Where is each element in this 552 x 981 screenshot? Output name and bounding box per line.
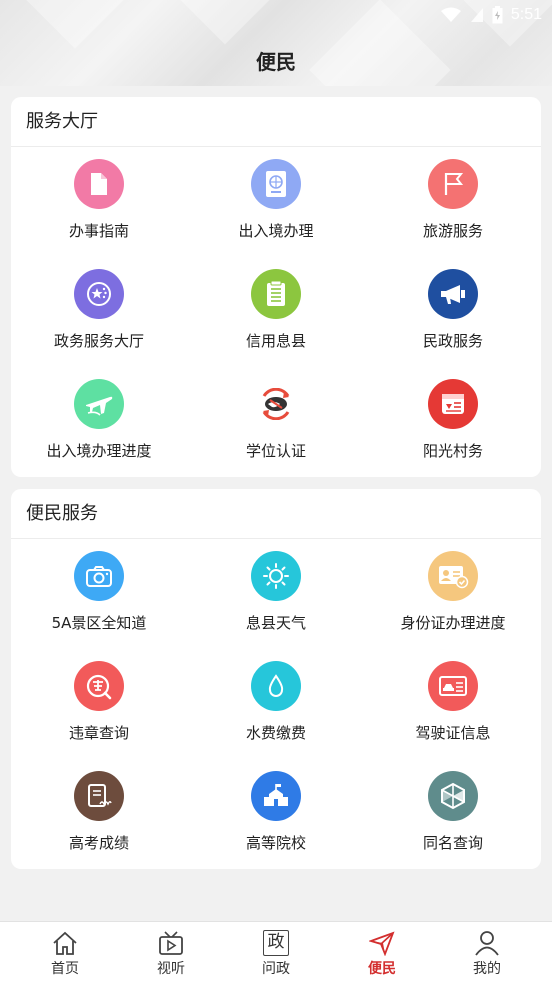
service-item-guide[interactable]: 办事指南 — [11, 147, 187, 257]
service-item-exit-entry-progress[interactable]: 出入境办理进度 — [11, 367, 187, 477]
convenience-item-label: 水费缴费 — [245, 724, 306, 742]
tab-label: 问政 — [262, 961, 290, 977]
header: 5:51 便民 — [0, 0, 552, 86]
home-icon — [53, 931, 77, 955]
convenience-item-scenic[interactable]: 5A景区全知道 — [11, 539, 187, 649]
signal-icon — [470, 8, 483, 22]
convenience-item-label: 驾驶证信息 — [415, 724, 491, 742]
convenience-item-violation[interactable]: 违章查询 — [11, 649, 187, 759]
service-item-civil-affairs[interactable]: 民政服务 — [365, 257, 541, 367]
notepad-icon — [251, 269, 301, 319]
convenience-services-card: 便民服务 5A景区全知道 息县天气 身份证办理进度 违章查询 水费缴费 驾驶证信… — [11, 489, 541, 869]
tab-inquiry[interactable]: 政 问政 — [221, 922, 331, 981]
tab-label: 视听 — [157, 961, 185, 977]
hexagon-icon — [428, 771, 478, 821]
send-icon — [369, 931, 395, 956]
tab-mine[interactable]: 我的 — [432, 922, 542, 981]
service-item-label: 信用息县 — [245, 332, 306, 350]
license-icon — [428, 661, 478, 711]
tab-home[interactable]: 首页 — [10, 922, 120, 981]
tab-audio-video[interactable]: 视听 — [116, 922, 226, 981]
convenience-item-id-card[interactable]: 身份证办理进度 — [365, 539, 541, 649]
convenience-item-label: 息县天气 — [245, 614, 306, 632]
zheng-icon: 政 — [263, 930, 289, 956]
tab-label: 便民 — [368, 961, 396, 977]
sun-icon — [251, 551, 301, 601]
handshake-icon — [251, 379, 301, 429]
status-bar: 5:51 — [440, 6, 542, 24]
service-item-label: 办事指南 — [68, 222, 129, 240]
megaphone-icon — [428, 269, 478, 319]
wifi-icon — [440, 7, 461, 22]
convenience-item-label: 身份证办理进度 — [400, 614, 506, 632]
score-sheet-icon — [74, 771, 124, 821]
service-item-label: 民政服务 — [422, 332, 483, 350]
tab-convenience[interactable]: 便民 — [327, 922, 437, 981]
camera-icon — [74, 551, 124, 601]
section-title: 服务大厅 — [11, 97, 541, 147]
header-decoration — [11, 0, 139, 49]
convenience-item-label: 5A景区全知道 — [51, 614, 147, 632]
service-item-label: 政务服务大厅 — [53, 332, 144, 350]
service-hall-card: 服务大厅 办事指南 出入境办理 旅游服务 政务服务大厅 信用息县 民政服务 出入… — [11, 97, 541, 477]
star-emblem-icon — [74, 269, 124, 319]
convenience-item-label: 高等院校 — [245, 834, 306, 852]
convenience-item-universities[interactable]: 高等院校 — [188, 759, 364, 869]
status-time: 5:51 — [510, 6, 542, 23]
service-item-label: 旅游服务 — [422, 222, 483, 240]
convenience-item-label: 违章查询 — [68, 724, 129, 742]
tab-label: 我的 — [473, 961, 501, 977]
convenience-item-driver-license[interactable]: 驾驶证信息 — [365, 649, 541, 759]
flag-icon — [428, 159, 478, 209]
section-title: 便民服务 — [11, 489, 541, 539]
service-item-label: 出入境办理进度 — [46, 442, 152, 460]
battery-icon — [492, 6, 503, 24]
user-icon — [475, 931, 499, 956]
school-icon — [251, 771, 301, 821]
service-item-exit-entry[interactable]: 出入境办理 — [188, 147, 364, 257]
tv-icon — [159, 931, 183, 955]
tab-label: 首页 — [51, 961, 79, 977]
page-title: 便民 — [256, 50, 296, 74]
passport-icon — [251, 159, 301, 209]
bottom-tab-bar: 首页 视听 政 问政 便民 我的 — [0, 921, 552, 981]
service-item-label: 阳光村务 — [422, 442, 483, 460]
convenience-item-label: 同名查询 — [422, 834, 483, 852]
bulletin-icon — [428, 379, 478, 429]
service-item-label: 出入境办理 — [238, 222, 314, 240]
water-drop-icon — [251, 661, 301, 711]
airplane-icon — [74, 379, 124, 429]
header-decoration — [175, 0, 275, 45]
service-item-degree-cert[interactable]: 学位认证 — [188, 367, 364, 477]
service-item-gov-hall[interactable]: 政务服务大厅 — [11, 257, 187, 367]
convenience-item-same-name[interactable]: 同名查询 — [365, 759, 541, 869]
document-icon — [74, 159, 124, 209]
convenience-item-weather[interactable]: 息县天气 — [188, 539, 364, 649]
id-card-icon — [428, 551, 478, 601]
service-item-tourism[interactable]: 旅游服务 — [365, 147, 541, 257]
service-item-label: 学位认证 — [245, 442, 306, 460]
service-item-credit[interactable]: 信用息县 — [188, 257, 364, 367]
convenience-item-exam-score[interactable]: 高考成绩 — [11, 759, 187, 869]
violation-icon — [74, 661, 124, 711]
convenience-item-label: 高考成绩 — [68, 834, 129, 852]
convenience-item-water-bill[interactable]: 水费缴费 — [188, 649, 364, 759]
service-item-village-affairs[interactable]: 阳光村务 — [365, 367, 541, 477]
